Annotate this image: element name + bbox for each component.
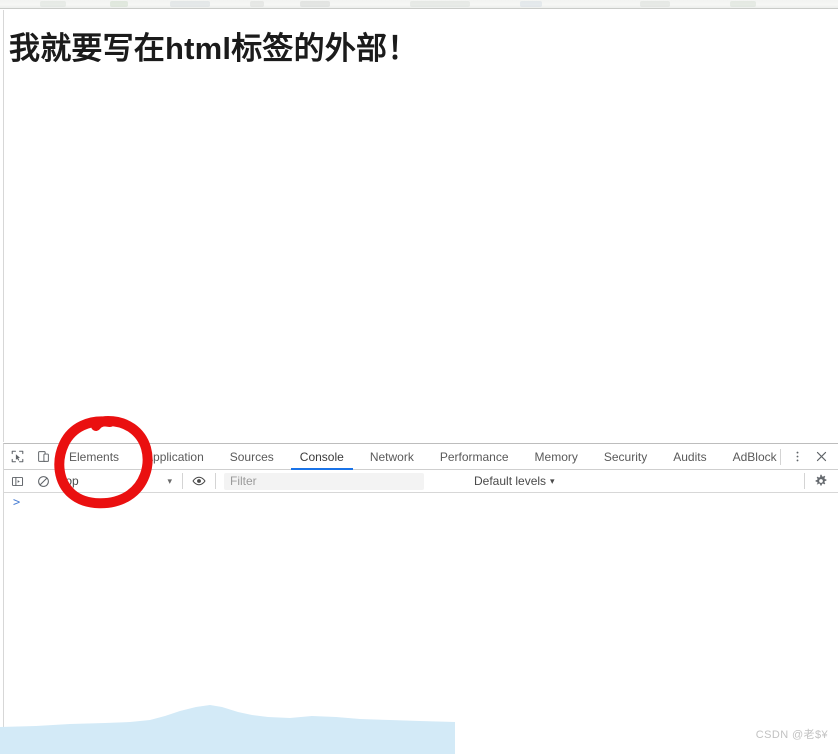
tab-label: Performance [439, 449, 509, 464]
console-context-value: top [62, 474, 79, 488]
chevron-down-icon: ▾ [167, 475, 172, 486]
chevron-down-icon: ▾ [550, 475, 555, 486]
inspect-element-icon[interactable] [4, 445, 30, 469]
csdn-watermark: CSDN @老$¥ [755, 729, 828, 741]
close-devtools-icon[interactable] [809, 445, 833, 469]
console-sidebar-icon[interactable] [4, 469, 30, 493]
tab-security[interactable]: Security [591, 444, 660, 470]
console-filter-input[interactable]: Filter [224, 472, 424, 490]
tab-application[interactable]: Application [132, 444, 217, 470]
tab-label: Sources [229, 449, 274, 464]
devtools-tab-list: Elements Application Sources Console Net… [56, 444, 777, 470]
tab-elements[interactable]: Elements [56, 444, 132, 470]
console-prompt-row[interactable]: > [4, 493, 838, 513]
tab-label: Memory [534, 449, 578, 464]
tab-label: Application [145, 449, 204, 464]
clear-console-icon[interactable] [30, 469, 56, 493]
tab-performance[interactable]: Performance [427, 444, 522, 470]
browser-chrome-strip [0, 0, 838, 9]
tab-adblock[interactable]: AdBlock [720, 444, 790, 470]
tab-console[interactable]: Console [287, 444, 357, 470]
console-toolbar: top ▾ Filter Default levels ▾ [4, 470, 838, 493]
console-output-area[interactable]: > [4, 493, 838, 753]
tab-label: Audits [673, 449, 707, 464]
toolbar-divider [182, 473, 183, 489]
devtools-panel: Elements Application Sources Console Net… [3, 443, 838, 754]
console-context-select[interactable]: top ▾ [56, 471, 178, 492]
tab-label: Security [603, 449, 648, 464]
tab-label: Console [299, 449, 344, 464]
tab-label: Network [369, 449, 414, 464]
tab-memory[interactable]: Memory [522, 444, 591, 470]
toolbar-divider [804, 473, 805, 489]
tab-audits[interactable]: Audits [660, 444, 719, 470]
device-toolbar-icon[interactable] [30, 445, 56, 469]
page-heading: 我就要写在html标签的外部！ [9, 31, 419, 66]
console-prompt-caret-icon: > [13, 495, 21, 509]
toolbar-divider [215, 473, 216, 489]
tab-network[interactable]: Network [357, 444, 427, 470]
settings-gear-icon[interactable] [809, 469, 833, 493]
page-viewport: 我就要写在html标签的外部！ [3, 10, 838, 442]
log-levels-label: Default levels [474, 474, 547, 488]
tab-label: Elements [69, 449, 120, 464]
tab-label: AdBlock [732, 449, 777, 464]
console-log-levels-select[interactable]: Default levels ▾ [474, 474, 555, 488]
screenshot-root: 我就要写在html标签的外部！ Elements Application Sou… [0, 0, 838, 754]
tab-sources[interactable]: Sources [217, 444, 287, 470]
console-toolbar-actions [800, 470, 838, 493]
devtools-tabbar: Elements Application Sources Console Net… [4, 444, 838, 470]
live-expression-icon[interactable] [187, 469, 211, 493]
